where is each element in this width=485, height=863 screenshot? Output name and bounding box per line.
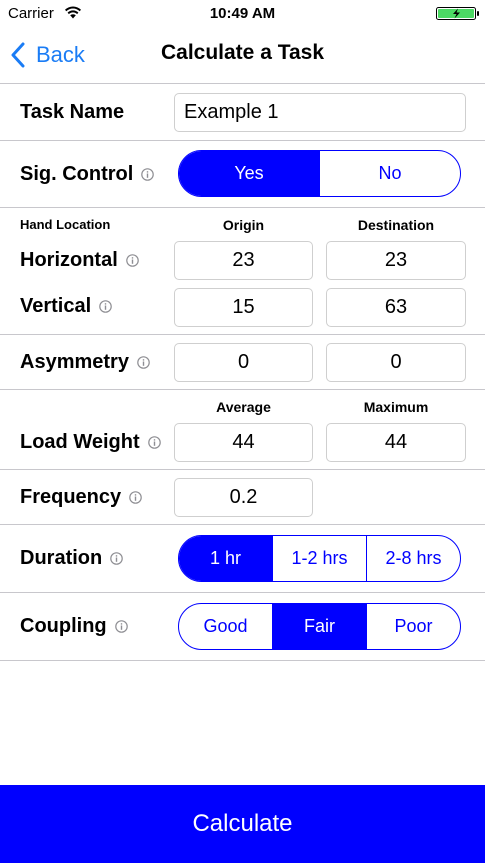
horizontal-label: Horizontal <box>20 245 139 275</box>
navigation-bar: Back Calculate a Task <box>0 28 485 84</box>
divider <box>0 334 485 335</box>
sig-control-label: Sig. Control <box>20 159 155 189</box>
vertical-label: Vertical <box>20 291 112 321</box>
divider <box>0 660 485 661</box>
asymmetry-label-text: Asymmetry <box>20 350 129 373</box>
calculate-button[interactable]: Calculate <box>0 785 485 863</box>
divider <box>0 140 485 141</box>
sig-control-yes-segment[interactable]: Yes <box>179 151 319 196</box>
origin-header: Origin <box>222 217 265 233</box>
info-icon[interactable] <box>141 167 155 181</box>
vertical-label-text: Vertical <box>20 294 92 317</box>
duration-label: Duration <box>20 543 124 573</box>
duration-label-text: Duration <box>20 546 103 569</box>
info-icon[interactable] <box>125 253 139 267</box>
vertical-origin-input[interactable] <box>174 288 313 327</box>
coupling-poor-segment[interactable]: Poor <box>366 604 460 649</box>
task-name-input[interactable] <box>174 93 466 132</box>
frequency-label-text: Frequency <box>20 485 122 508</box>
page-title: Calculate a Task <box>160 41 325 64</box>
frequency-label: Frequency <box>20 482 142 512</box>
asymmetry-destination-input[interactable] <box>326 343 466 382</box>
load-weight-label-text: Load Weight <box>20 430 140 453</box>
vertical-destination-input[interactable] <box>326 288 466 327</box>
load-weight-label: Load Weight <box>20 427 161 457</box>
info-icon[interactable] <box>129 490 142 504</box>
divider <box>0 207 485 208</box>
duration-segmented: 1 hr 1-2 hrs 2-8 hrs <box>178 535 461 582</box>
info-icon[interactable] <box>110 551 124 565</box>
info-icon[interactable] <box>114 619 128 633</box>
asymmetry-label: Asymmetry <box>20 347 150 377</box>
hand-location-header: Hand Location <box>20 217 111 232</box>
coupling-label: Coupling <box>20 611 128 641</box>
sig-control-no-segment[interactable]: No <box>319 151 460 196</box>
duration-1hr-segment[interactable]: 1 hr <box>179 536 272 581</box>
asymmetry-origin-input[interactable] <box>174 343 313 382</box>
coupling-segmented: Good Fair Poor <box>178 603 461 650</box>
load-weight-maximum-input[interactable] <box>326 423 466 462</box>
calculate-label: Calculate <box>192 810 293 837</box>
duration-1-2hrs-segment[interactable]: 1-2 hrs <box>272 536 366 581</box>
maximum-header: Maximum <box>363 399 429 415</box>
sig-control-segmented: Yes No <box>178 150 461 197</box>
average-header: Average <box>216 399 271 415</box>
coupling-good-segment[interactable]: Good <box>179 604 272 649</box>
battery-charging-icon <box>436 7 479 20</box>
duration-2-8hrs-segment[interactable]: 2-8 hrs <box>366 536 460 581</box>
status-bar: Carrier 10:49 AM <box>0 0 485 28</box>
divider <box>0 469 485 470</box>
horizontal-origin-input[interactable] <box>174 241 313 280</box>
horizontal-destination-input[interactable] <box>326 241 466 280</box>
info-icon[interactable] <box>99 299 112 313</box>
coupling-label-text: Coupling <box>20 614 107 637</box>
horizontal-label-text: Horizontal <box>20 248 118 271</box>
load-weight-average-input[interactable] <box>174 423 313 462</box>
status-time: 10:49 AM <box>209 5 276 22</box>
destination-header: Destination <box>357 217 435 233</box>
task-name-label-text: Task Name <box>20 100 125 123</box>
coupling-fair-segment[interactable]: Fair <box>272 604 366 649</box>
task-name-label: Task Name <box>20 97 124 127</box>
divider <box>0 592 485 593</box>
divider <box>0 389 485 390</box>
sig-control-label-text: Sig. Control <box>20 162 134 185</box>
info-icon[interactable] <box>137 355 150 369</box>
info-icon[interactable] <box>147 435 161 449</box>
frequency-input[interactable] <box>174 478 313 517</box>
divider <box>0 524 485 525</box>
